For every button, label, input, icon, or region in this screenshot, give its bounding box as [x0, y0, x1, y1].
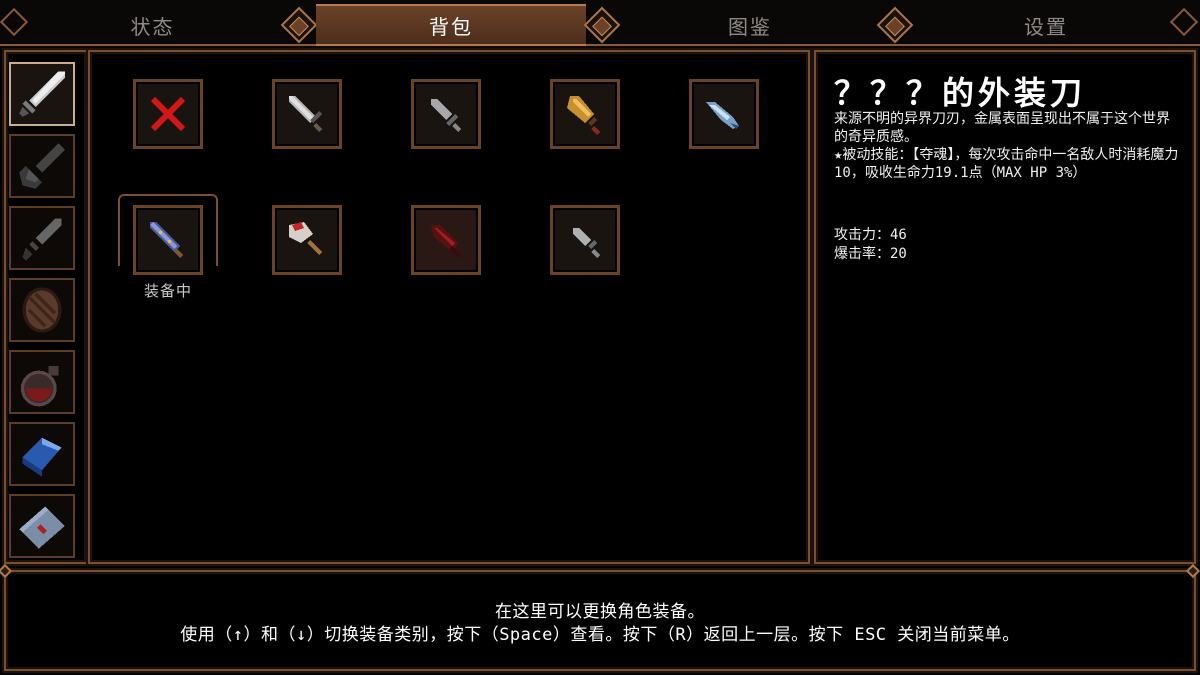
- unequip-x-icon: [150, 96, 186, 132]
- inventory-slot[interactable]: [550, 79, 620, 149]
- inventory-slot[interactable]: [411, 205, 481, 275]
- item-description-block: 来源不明的异界刀刃，金属表面呈现出不属于这个世界的奇异质感。 ★被动技能：【夺魂…: [834, 110, 1179, 182]
- tab-bar: 状态 背包 图鉴 设置: [0, 0, 1200, 50]
- golden-dagger-icon: [567, 96, 600, 135]
- inventory-slot[interactable]: [550, 205, 620, 275]
- sword-icon: [19, 71, 65, 117]
- category-sword[interactable]: [9, 62, 75, 126]
- category-shield[interactable]: [9, 278, 75, 342]
- item-description: 来源不明的异界刀刃，金属表面呈现出不属于这个世界的奇异质感。: [834, 111, 1170, 145]
- blood-blade-icon: [431, 225, 461, 258]
- tab-divider-icon: [280, 6, 318, 44]
- inventory-slot[interactable]: [689, 79, 759, 149]
- category-dagger[interactable]: [9, 206, 75, 270]
- inventory-slot[interactable]: [272, 79, 342, 149]
- inventory-slot[interactable]: [272, 205, 342, 275]
- crystal-icon: [22, 437, 62, 477]
- tab-settings[interactable]: 设置: [912, 4, 1180, 46]
- item-stats: 攻击力：46 爆击率：20: [834, 226, 907, 264]
- item-passive-skill: ★被动技能：【夺魂】，每次攻击命中一名敌人时消耗魔力10，吸收生命力19.1点（…: [834, 147, 1179, 181]
- tab-codex[interactable]: 图鉴: [620, 4, 880, 46]
- letter-icon: [19, 506, 65, 549]
- tab-inventory[interactable]: 背包: [316, 4, 586, 46]
- shovel-icon: [19, 143, 65, 189]
- category-shovel[interactable]: [9, 134, 75, 198]
- inventory-slot-equipped[interactable]: [133, 205, 203, 275]
- stat-attack: 攻击力：46: [834, 227, 907, 243]
- blue-blade-icon: [706, 102, 739, 129]
- item-title: ？？？的外装刀: [834, 74, 1087, 112]
- red-cleaver-icon: [289, 222, 322, 255]
- short-sword-icon: [431, 99, 461, 132]
- inventory-slot[interactable]: [411, 79, 481, 149]
- hint-line-1: 在这里可以更换角色装备。: [495, 602, 705, 622]
- category-potion[interactable]: [9, 350, 75, 414]
- category-crystal[interactable]: [9, 422, 75, 486]
- equipped-label: 装备中: [143, 282, 192, 300]
- stat-crit-rate: 爆击率：20: [834, 246, 907, 262]
- tab-divider-icon: [583, 6, 621, 44]
- steel-sword-icon: [289, 96, 322, 132]
- tab-divider-icon: [876, 6, 914, 44]
- jeweled-sword-icon: [150, 222, 183, 258]
- dagger-icon: [22, 218, 62, 261]
- potion-icon: [20, 365, 59, 407]
- inventory-slot-unequip[interactable]: [133, 79, 203, 149]
- tab-status[interactable]: 状态: [20, 4, 285, 46]
- category-letter[interactable]: [9, 494, 75, 558]
- hint-line-2: 使用（↑）和（↓）切换装备类别，按下（Space）查看。按下（R）返回上一层。按…: [180, 625, 1020, 645]
- shield-icon: [22, 287, 62, 333]
- small-dagger-icon: [573, 228, 600, 258]
